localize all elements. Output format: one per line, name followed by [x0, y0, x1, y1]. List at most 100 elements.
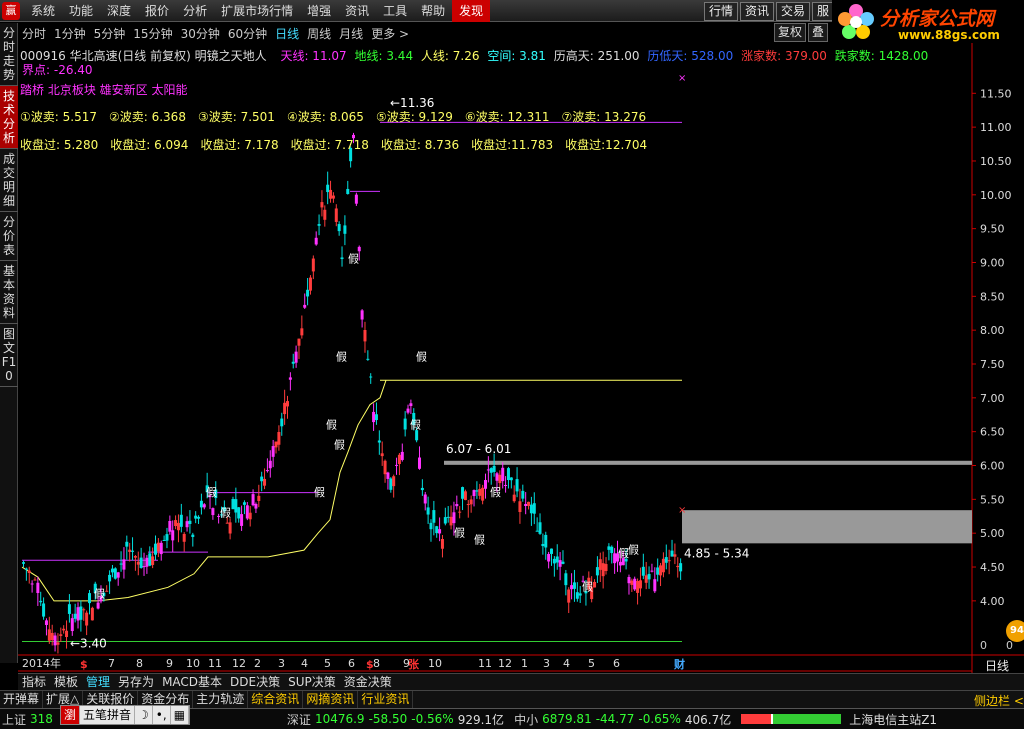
diejia-value: 跌家数: 1428.00 [834, 49, 929, 63]
candle-body [265, 470, 269, 472]
candle-body [403, 418, 407, 430]
candle-body [231, 499, 235, 510]
candle-body [636, 581, 640, 593]
score-badge[interactable]: 94 [1006, 620, 1024, 642]
candle-body [242, 502, 246, 505]
ime-button[interactable]: •, [153, 706, 171, 724]
renxian-value: 人线: 7.26 [420, 49, 480, 63]
ime-button[interactable]: 瀏 [61, 706, 81, 724]
candle-body [423, 494, 427, 504]
candle-body [303, 304, 307, 308]
left-tab[interactable]: 技术分析 [0, 86, 18, 149]
wave-sell-value: ⑦波卖: 13.276 [561, 110, 647, 124]
sub-axis-label: 0 [980, 639, 987, 652]
x-tick-label: 12 [498, 657, 512, 670]
sidebar-toggle-button[interactable]: 侧边栏 < [974, 692, 1024, 709]
menu-item[interactable]: 系统 [24, 0, 62, 22]
candle-body [85, 612, 89, 626]
candle-body [458, 511, 462, 513]
top-right-button[interactable]: 服 [812, 2, 835, 21]
info-tab[interactable]: 网摘资讯 [303, 691, 359, 708]
sh-label: 上证 [2, 712, 27, 727]
candle-body [486, 469, 490, 471]
indicator-tab[interactable]: SUP决策 [284, 674, 340, 690]
y-tick-label: 8.00 [980, 324, 1005, 337]
left-tab[interactable]: 图文F10 [0, 324, 18, 387]
ime-button[interactable]: ▦ [171, 706, 190, 724]
period-tab[interactable]: 1分钟 [50, 25, 90, 42]
fake-signal-tag: 假 [336, 350, 347, 364]
indicator-tab[interactable]: 指标 [18, 674, 50, 690]
info-tab[interactable]: 开弹幕 [0, 691, 44, 708]
ime-button[interactable]: ☽ [135, 706, 153, 724]
indicator-tab[interactable]: DDE决策 [226, 674, 284, 690]
indicator-tab[interactable]: 模板 [50, 674, 82, 690]
flower-logo-icon [838, 4, 874, 39]
menu-item[interactable]: 资讯 [338, 0, 376, 22]
candle-body [308, 277, 312, 291]
brand-logo: 分析家公式网 www.88gs.com [832, 0, 1024, 46]
app-logo-icon: 赢 [2, 2, 20, 20]
menu-item[interactable]: 深度 [100, 0, 138, 22]
indicator-tab[interactable]: 另存为 [114, 674, 158, 690]
candle-body [136, 561, 140, 565]
period-tab[interactable]: 月线 [335, 25, 367, 42]
period-tab[interactable]: 周线 [303, 25, 335, 42]
candle-body [286, 401, 289, 407]
candle-body [274, 441, 278, 448]
server-name[interactable]: 上海电信主站Z1 [847, 711, 939, 728]
candle-body [449, 516, 453, 526]
period-tab[interactable]: 5分钟 [90, 25, 130, 42]
menu-item[interactable]: 报价 [138, 0, 176, 22]
candle-body [429, 522, 433, 530]
menu-item[interactable]: 发现 [452, 0, 491, 22]
ime-button[interactable]: 五笔拼音 [80, 706, 136, 724]
menu-item[interactable]: 分析 [176, 0, 214, 22]
top-right-button[interactable]: 交易 [776, 2, 811, 21]
left-tab[interactable]: 分价表 [0, 212, 18, 261]
candle-body [82, 609, 86, 611]
candle-body [154, 543, 157, 555]
left-tab[interactable]: 基本资料 [0, 261, 18, 324]
left-tab[interactable]: 分时走势 [0, 23, 18, 86]
top-right-button[interactable]: 资讯 [740, 2, 775, 21]
info-tab[interactable]: 综合资讯 [248, 691, 304, 708]
menu-item[interactable]: 帮助 [414, 0, 452, 22]
close-pass-value: 收盘过:11.783 [471, 138, 554, 152]
period-right-button[interactable]: 叠 [808, 23, 829, 42]
indicator-tab[interactable]: 管理 [82, 674, 114, 690]
period-tab[interactable]: 日线 [271, 25, 303, 42]
info-tab[interactable]: 主力轨迹 [193, 691, 249, 708]
candle-body [524, 503, 528, 507]
candle-body [156, 542, 160, 552]
candle-body [633, 578, 637, 590]
candle-body [575, 592, 579, 599]
candle-body [128, 549, 132, 552]
menu-items: 系统 功能 深度 报价 分析 扩展市场行情 增强 资讯 工具 帮助 发现 [24, 0, 491, 22]
left-tab[interactable]: 成交明细 [0, 149, 18, 212]
candle-body [484, 480, 487, 489]
period-tab[interactable]: 30分钟 [177, 25, 224, 42]
candle-body [504, 484, 508, 486]
candle-body [443, 517, 447, 524]
period-tab[interactable]: 60分钟 [224, 25, 271, 42]
period-tab[interactable]: 15分钟 [129, 25, 176, 42]
indicator-tab[interactable]: MACD基本 [158, 674, 226, 690]
indicator-tab[interactable]: 资金决策 [340, 674, 396, 690]
top-right-button[interactable]: 行情 [704, 2, 739, 21]
ime-toolbar[interactable]: 瀏五笔拼音 ☽ •, ▦ [60, 705, 191, 725]
menu-item[interactable]: 功能 [62, 0, 100, 22]
menu-item[interactable]: 工具 [376, 0, 414, 22]
info-tab[interactable]: 行业资讯 [358, 691, 414, 708]
candle-body [211, 508, 215, 516]
period-tab[interactable]: 分时 [18, 25, 50, 42]
candle-body [627, 577, 631, 584]
menu-item[interactable]: 增强 [300, 0, 338, 22]
y-tick-label: 10.00 [980, 189, 1012, 202]
candle-body [389, 478, 393, 490]
candle-body [176, 522, 180, 531]
x-tick-label: 8 [373, 657, 380, 670]
menu-item[interactable]: 扩展市场行情 [214, 0, 300, 22]
period-tab[interactable]: 更多 > [367, 25, 413, 42]
period-right-button[interactable]: 复权 [774, 23, 807, 42]
